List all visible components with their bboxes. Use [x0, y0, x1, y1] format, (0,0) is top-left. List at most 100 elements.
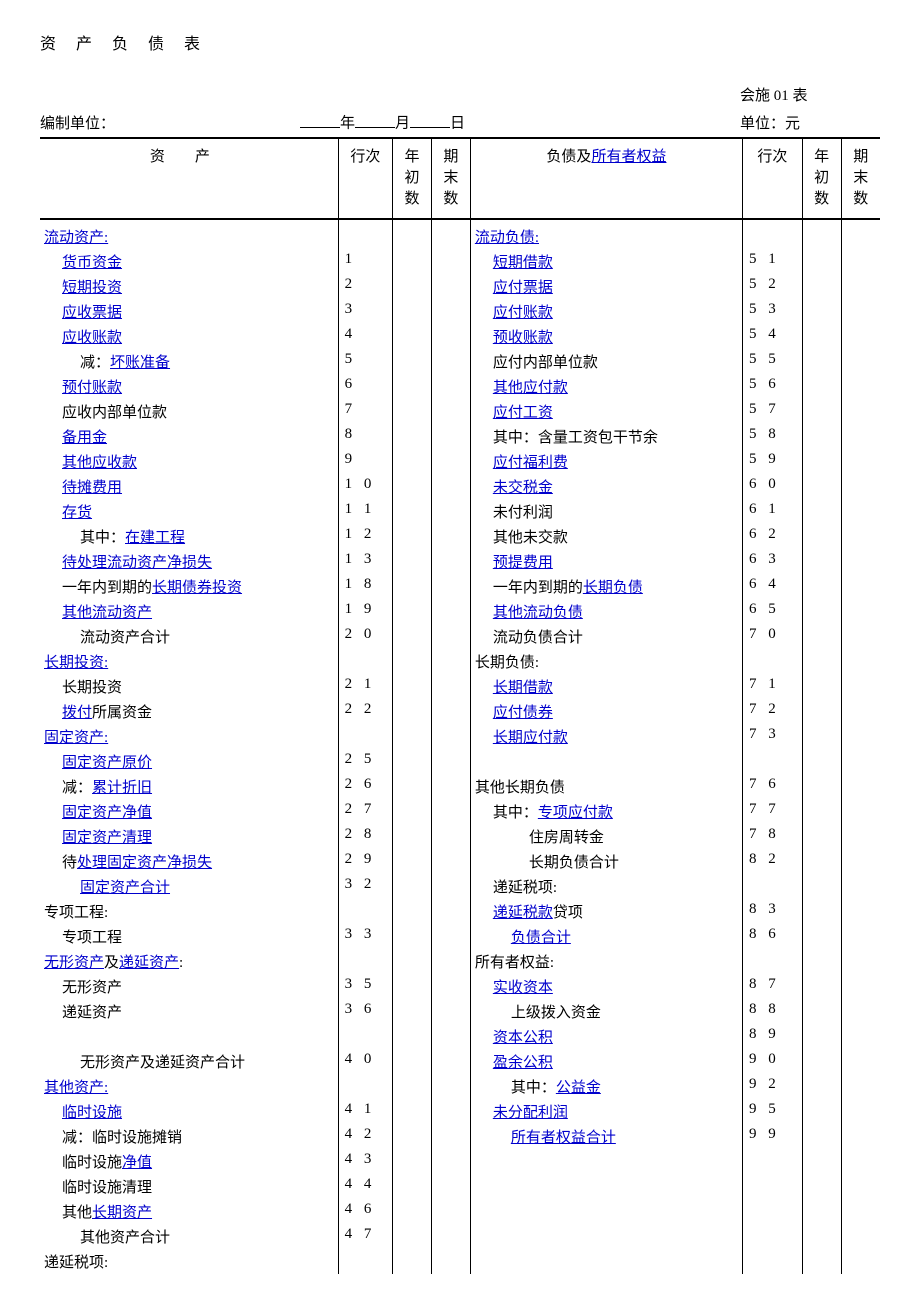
liab-link[interactable]: 未交税金: [493, 480, 553, 496]
asset-link[interactable]: 货币资金: [62, 255, 122, 271]
table-row: 长期投资:长期负债:: [40, 649, 880, 674]
liab-link[interactable]: 应付账款: [493, 305, 553, 321]
liab-link[interactable]: 预收账款: [493, 330, 553, 346]
table-row: 备用金8其中：含量工资包干节余5 8: [40, 424, 880, 449]
liab-link[interactable]: 应付票据: [493, 280, 553, 296]
liab-link[interactable]: 资本公积: [493, 1030, 553, 1046]
liab-link[interactable]: 未分配利润: [493, 1105, 568, 1121]
liab-link[interactable]: 其他应付款: [493, 380, 568, 396]
asset-link[interactable]: 固定资产原价: [62, 755, 152, 771]
liab-link[interactable]: 短期借款: [493, 255, 553, 271]
table-row: 无形资产及递延资产:所有者权益:: [40, 949, 880, 974]
table-row: 存货1 1未付利润6 1: [40, 499, 880, 524]
table-row: 短期投资2应付票据5 2: [40, 274, 880, 299]
table-row: 无形资产3 5实收资本8 7: [40, 974, 880, 999]
table-row: 专项工程:递延税款贷项8 3: [40, 899, 880, 924]
table-row: 其中：在建工程1 2其他未交款6 2: [40, 524, 880, 549]
table-row: 待摊费用1 0未交税金6 0: [40, 474, 880, 499]
table-row: 固定资产合计3 2递延税项:: [40, 874, 880, 899]
table-row: 应收内部单位款7应付工资5 7: [40, 399, 880, 424]
page-title: 资 产 负 债 表: [40, 30, 880, 54]
table-row: 预付账款6其他应付款5 6: [40, 374, 880, 399]
org-label: 编制单位：: [40, 112, 260, 133]
asset-link[interactable]: 存货: [62, 505, 92, 521]
table-row: 应收账款4预收账款5 4: [40, 324, 880, 349]
table-row: 临时设施4 1未分配利润9 5: [40, 1099, 880, 1124]
liab-link[interactable]: 流动负债:: [475, 230, 539, 246]
table-row: 长期投资2 1长期借款7 1: [40, 674, 880, 699]
asset-link[interactable]: 临时设施: [62, 1105, 122, 1121]
liab-link[interactable]: 所有者权益合计: [511, 1130, 616, 1146]
liab-link[interactable]: 应付债券: [493, 705, 553, 721]
table-row: 无形资产及递延资产合计4 0盈余公积9 0: [40, 1049, 880, 1074]
liab-link[interactable]: 递延税款: [493, 905, 553, 921]
asset-link[interactable]: 流动资产:: [44, 230, 108, 246]
asset-link[interactable]: 预付账款: [62, 380, 122, 396]
table-row: 资本公积8 9: [40, 1024, 880, 1049]
asset-link[interactable]: 固定资产清理: [62, 830, 152, 846]
table-row: 待处理固定资产净损失2 9长期负债合计8 2: [40, 849, 880, 874]
asset-link[interactable]: 长期资产: [92, 1205, 152, 1221]
form-code: 会施 01 表: [740, 84, 880, 105]
asset-link[interactable]: 坏账准备: [110, 355, 170, 371]
liab-link[interactable]: 长期应付款: [493, 730, 568, 746]
asset-link[interactable]: 净值: [122, 1155, 152, 1171]
liab-link[interactable]: 负债合计: [511, 930, 571, 946]
table-row: 其他应收款9应付福利费5 9: [40, 449, 880, 474]
table-header-row: 资产 行次 年初数 期末数 负债及所有者权益 行次 年初数 期末数: [40, 138, 880, 219]
asset-link[interactable]: 固定资产合计: [80, 880, 170, 896]
asset-link[interactable]: 其他应收款: [62, 455, 137, 471]
asset-link[interactable]: 其他资产:: [44, 1080, 108, 1096]
table-row: 货币资金1短期借款5 1: [40, 249, 880, 274]
liab-link[interactable]: 长期借款: [493, 680, 553, 696]
table-row: 减：累计折旧2 6其他长期负债7 6: [40, 774, 880, 799]
balance-sheet-table: 资产 行次 年初数 期末数 负债及所有者权益 行次 年初数 期末数 流动资产:流…: [40, 137, 880, 1274]
table-row: 专项工程3 3负债合计8 6: [40, 924, 880, 949]
asset-link[interactable]: 备用金: [62, 430, 107, 446]
liab-link[interactable]: 应付工资: [493, 405, 553, 421]
asset-link[interactable]: 应收票据: [62, 305, 122, 321]
table-row: 其他流动资产1 9其他流动负债6 5: [40, 599, 880, 624]
liab-link[interactable]: 其他流动负债: [493, 605, 583, 621]
asset-link[interactable]: 待处理流动资产净损失: [62, 555, 212, 571]
table-row: 一年内到期的长期债券投资1 8一年内到期的长期负债6 4: [40, 574, 880, 599]
asset-link[interactable]: 递延资产: [119, 955, 179, 971]
table-row: 流动资产合计2 0流动负债合计7 0: [40, 624, 880, 649]
liab-link[interactable]: 盈余公积: [493, 1055, 553, 1071]
asset-link[interactable]: 长期投资:: [44, 655, 108, 671]
asset-link[interactable]: 短期投资: [62, 280, 122, 296]
owner-equity-link[interactable]: 所有者权益: [591, 149, 666, 165]
table-row: 减：坏账准备5应付内部单位款5 5: [40, 349, 880, 374]
asset-link[interactable]: 应收账款: [62, 330, 122, 346]
asset-link[interactable]: 固定资产:: [44, 730, 108, 746]
table-row: 其他资产合计4 7: [40, 1224, 880, 1249]
table-row: 递延税项:: [40, 1249, 880, 1274]
table-row: 临时设施清理4 4: [40, 1174, 880, 1199]
unit-label: 单位：元: [740, 112, 880, 133]
asset-link[interactable]: 无形资产: [44, 955, 104, 971]
table-row: 固定资产净值2 7其中：专项应付款7 7: [40, 799, 880, 824]
liab-link[interactable]: 应付福利费: [493, 455, 568, 471]
liab-link[interactable]: 专项应付款: [538, 805, 613, 821]
liab-link[interactable]: 长期负债: [583, 580, 643, 596]
asset-link[interactable]: 长期债券投资: [152, 580, 242, 596]
liab-link[interactable]: 预提费用: [493, 555, 553, 571]
table-row: 减：临时设施摊销4 2所有者权益合计9 9: [40, 1124, 880, 1149]
asset-link[interactable]: 待摊费用: [62, 480, 122, 496]
liab-link[interactable]: 实收资本: [493, 980, 553, 996]
asset-link[interactable]: 其他流动资产: [62, 605, 152, 621]
table-row: 流动资产: 流动负债:: [40, 219, 880, 249]
table-row: 固定资产:长期应付款7 3: [40, 724, 880, 749]
liab-link[interactable]: 公益金: [556, 1080, 601, 1096]
table-row: 固定资产清理2 8住房周转金7 8: [40, 824, 880, 849]
table-row: 拨付所属资金2 2应付债券7 2: [40, 699, 880, 724]
table-row: 待处理流动资产净损失1 3预提费用6 3: [40, 549, 880, 574]
asset-link[interactable]: 拨付: [62, 705, 92, 721]
asset-link[interactable]: 累计折旧: [92, 780, 152, 796]
table-row: 其他长期资产4 6: [40, 1199, 880, 1224]
table-row: 其他资产:其中：公益金9 2: [40, 1074, 880, 1099]
col-end: 期末数: [443, 149, 458, 207]
asset-link[interactable]: 在建工程: [125, 530, 185, 546]
asset-link[interactable]: 处理固定资产净损失: [77, 855, 212, 871]
asset-link[interactable]: 固定资产净值: [62, 805, 152, 821]
